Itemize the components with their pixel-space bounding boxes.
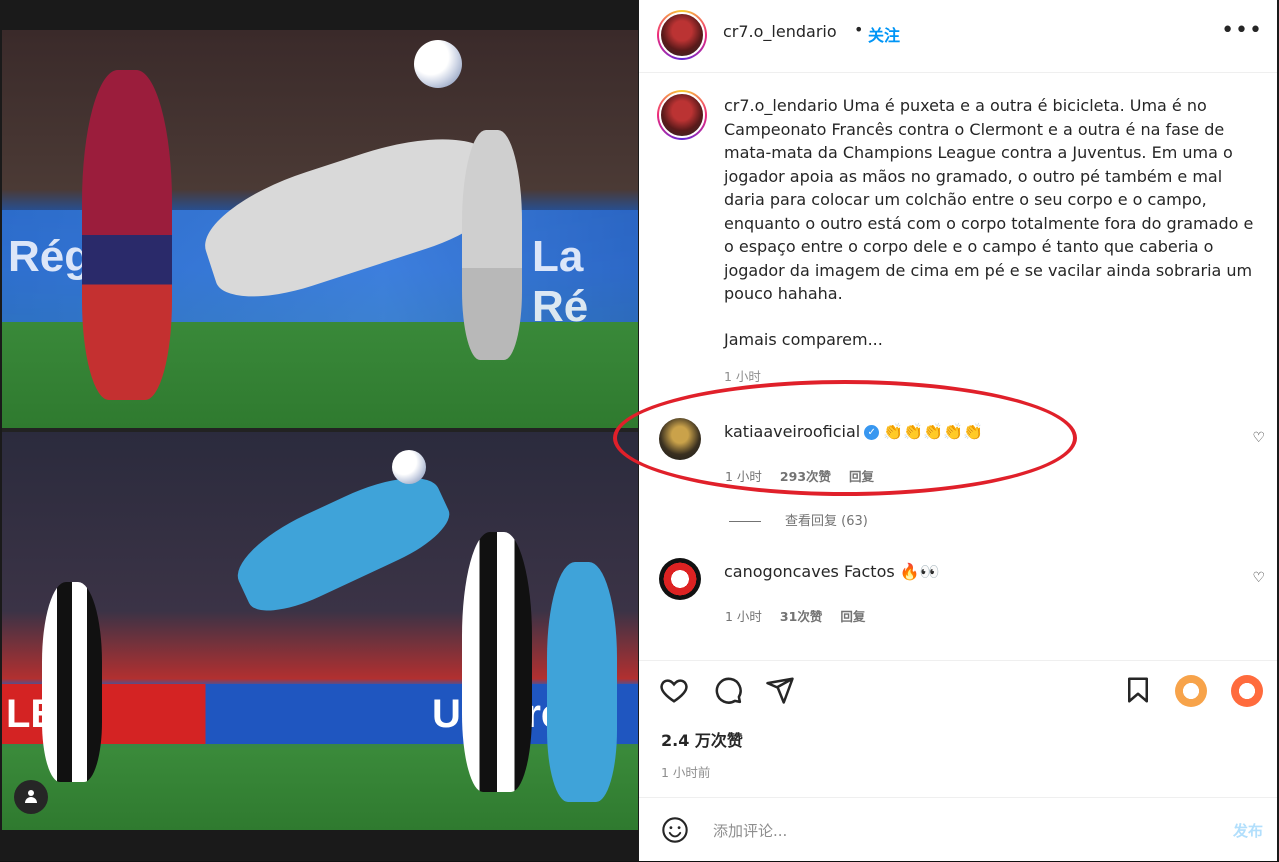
commenter-username[interactable]: canogoncaves (724, 562, 839, 581)
comment-time: 1 小时 (725, 609, 762, 624)
photo-top: Régi La Ré (2, 30, 638, 428)
likes-count[interactable]: 2.4 万次赞 (661, 727, 743, 751)
posted-time: 1 小时前 (661, 765, 711, 780)
reply-button[interactable]: 回复 (840, 609, 865, 624)
tagged-users-button[interactable] (14, 780, 48, 814)
add-comment-input[interactable] (711, 816, 1155, 846)
separator-dot: • (854, 20, 864, 39)
author-avatar[interactable] (657, 10, 707, 60)
like-comment-icon[interactable]: ♡ (1252, 430, 1265, 446)
banner-text-right: La Ré (532, 232, 589, 331)
comment-likes[interactable]: 31次赞 (780, 609, 822, 624)
like-comment-icon[interactable]: ♡ (1252, 570, 1265, 586)
caption-text: Uma é puxeta e a outra é bicicleta. Uma … (724, 96, 1254, 303)
user-icon (25, 790, 37, 804)
emoji-icon[interactable] (661, 816, 689, 844)
ball-top (414, 40, 462, 88)
player-juventus-left (42, 582, 102, 782)
follow-button[interactable]: 关注 (868, 22, 900, 46)
view-replies-button[interactable]: 查看回复 (63) (729, 510, 868, 529)
more-options-icon[interactable]: ••• (1221, 18, 1263, 43)
commenter-avatar[interactable] (659, 558, 701, 600)
comment-meta: 1 小时 31次赞 回复 (725, 606, 865, 625)
caption-avatar[interactable] (657, 90, 707, 140)
download-extension-icon[interactable] (1175, 675, 1207, 707)
author-username[interactable]: cr7.o_lendario (723, 22, 837, 41)
post-caption: cr7.o_lendario Uma é puxeta e a outra é … (724, 94, 1259, 389)
post-comment-button[interactable]: 发布 (1233, 820, 1263, 841)
annotation-ellipse (613, 380, 1077, 496)
app-frame: Régi La Ré LE UniCredit cr7.o_ (0, 0, 1279, 861)
player-red (82, 70, 172, 400)
heart-icon[interactable] (659, 675, 689, 705)
post-header: cr7.o_lendario • 关注 ••• (639, 0, 1277, 73)
share-icon[interactable] (765, 675, 795, 705)
player-juventus (462, 532, 532, 792)
comment-icon[interactable] (713, 675, 743, 705)
photo-bottom: LE UniCredit (2, 432, 638, 830)
post-media[interactable]: Régi La Ré LE UniCredit (2, 30, 638, 830)
bookmark-icon[interactable] (1123, 675, 1153, 705)
caption-username[interactable]: cr7.o_lendario (724, 96, 838, 115)
comment-text: Factos 🔥👀 (843, 562, 940, 581)
player-blue-bicycle (225, 459, 459, 625)
caption-tail: Jamais comparem... (724, 329, 883, 349)
add-comment-bar: 发布 (639, 797, 1277, 862)
repost-extension-icon[interactable] (1231, 675, 1263, 707)
player-grey (462, 130, 522, 360)
action-bar (639, 660, 1277, 721)
ball-bottom (392, 450, 426, 484)
player-blue-17 (547, 562, 617, 802)
